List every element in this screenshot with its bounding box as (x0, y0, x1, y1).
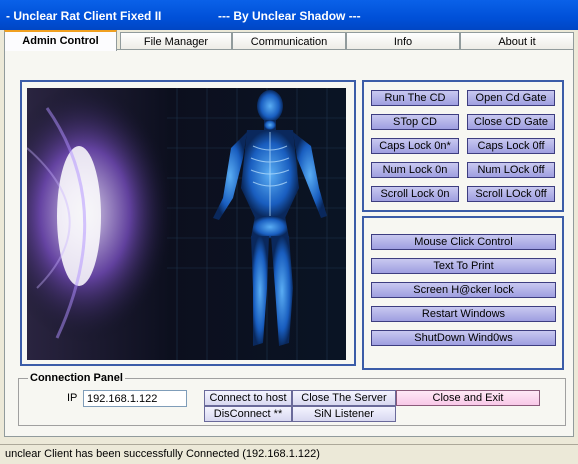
tab-info[interactable]: Info (346, 32, 460, 50)
screen-lock-button[interactable]: Screen H@cker lock (371, 282, 556, 298)
status-bar: unclear Client has been successfully Con… (0, 444, 578, 464)
close-and-exit-button[interactable]: Close and Exit (396, 390, 540, 406)
caps-lock-on-button[interactable]: Caps Lock 0n* (371, 138, 459, 154)
run-cd-button[interactable]: Run The CD (371, 90, 459, 106)
tab-communication[interactable]: Communication (232, 32, 346, 50)
scroll-lock-off-button[interactable]: Scroll LOck 0ff (467, 186, 555, 202)
skeleton-image (27, 88, 346, 360)
caps-lock-off-button[interactable]: Caps Lock 0ff (467, 138, 555, 154)
tab-file-manager[interactable]: File Manager (120, 32, 232, 50)
mouse-click-control-button[interactable]: Mouse Click Control (371, 234, 556, 250)
ip-label: IP (67, 392, 78, 404)
connect-to-host-button[interactable]: Connect to host (204, 390, 292, 406)
num-lock-on-button[interactable]: Num Lock 0n (371, 162, 459, 178)
text-to-print-button[interactable]: Text To Print (371, 258, 556, 274)
restart-windows-button[interactable]: Restart Windows (371, 306, 556, 322)
title-bar: - Unclear Rat Client Fixed II --- By Unc… (0, 0, 578, 30)
shutdown-windows-button[interactable]: ShutDown Wind0ws (371, 330, 556, 346)
tab-about-it[interactable]: About it (460, 32, 574, 50)
tab-admin-control[interactable]: Admin Control (4, 30, 117, 51)
window-title: - Unclear Rat Client Fixed II (6, 9, 162, 23)
connection-panel-title: Connection Panel (28, 372, 125, 384)
num-lock-off-button[interactable]: Num LOck 0ff (467, 162, 555, 178)
disconnect-button[interactable]: DisConnect ** (204, 406, 292, 422)
window-subtitle: --- By Unclear Shadow --- (218, 9, 361, 23)
stop-cd-button[interactable]: STop CD (371, 114, 459, 130)
open-cd-gate-button[interactable]: Open Cd Gate (467, 90, 555, 106)
sin-listener-button[interactable]: SiN Listener (292, 406, 396, 422)
tab-strip: Admin Control File Manager Communication… (4, 30, 574, 51)
ip-input[interactable] (83, 390, 187, 407)
scroll-lock-on-button[interactable]: Scroll Lock 0n (371, 186, 459, 202)
close-cd-gate-button[interactable]: Close CD Gate (467, 114, 555, 130)
close-server-button[interactable]: Close The Server (292, 390, 396, 406)
